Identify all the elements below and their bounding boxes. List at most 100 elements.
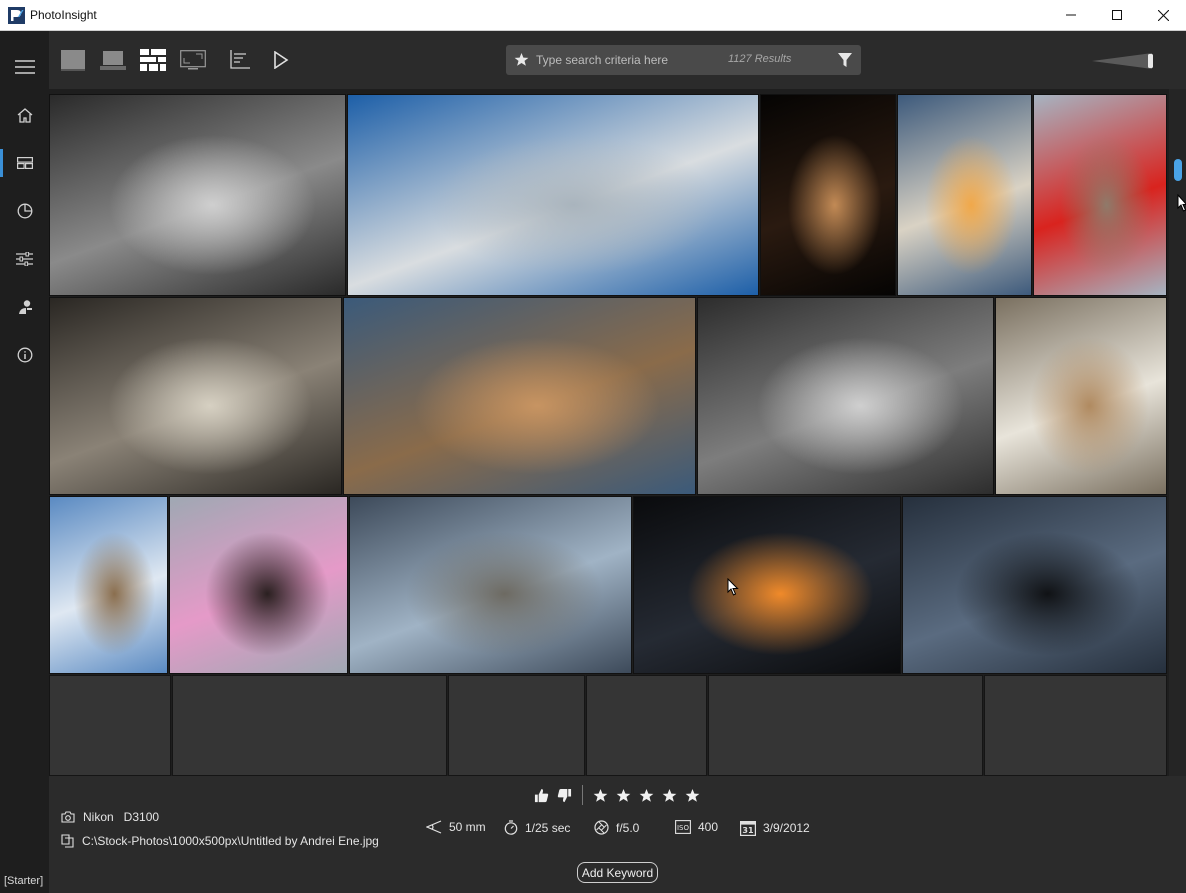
add-keyword-button[interactable]: Add Keyword (577, 862, 658, 883)
shutter-value: 1/25 sec (525, 820, 571, 835)
aperture: f/5.0 (594, 820, 639, 835)
scrollbar-thumb[interactable] (1174, 159, 1182, 181)
star-5-icon[interactable] (685, 788, 700, 803)
minimize-button[interactable] (1048, 0, 1094, 30)
search-input[interactable] (536, 51, 716, 69)
focal-length-icon (426, 820, 442, 834)
photo-tile[interactable] (902, 496, 1167, 674)
play-icon (274, 51, 289, 69)
zoom-slider[interactable] (1092, 51, 1162, 71)
filter-icon[interactable] (838, 53, 852, 67)
file-path: C:\Stock-Photos\1000x500px\Untitled by A… (82, 834, 379, 848)
star-4-icon[interactable] (662, 788, 677, 803)
focal-length: 50 mm (426, 820, 486, 834)
minimize-icon (1066, 14, 1076, 16)
photo-tile[interactable] (347, 94, 759, 296)
mouse-cursor-icon (727, 578, 739, 596)
nav-charts[interactable] (0, 193, 49, 229)
grid-view-button[interactable] (137, 45, 169, 75)
close-icon (1157, 9, 1169, 21)
photo-image (50, 95, 345, 295)
info-panel: Nikon D3100 C:\Stock-Photos\1000x500px\U… (49, 776, 1186, 893)
nav-home[interactable] (0, 97, 49, 133)
nav-adjust[interactable] (0, 241, 49, 277)
app-window: PhotoInsight [Starter] Type search crite… (0, 0, 1186, 893)
sort-button[interactable] (223, 45, 255, 75)
photo-tile[interactable] (169, 496, 348, 674)
photo-tile[interactable] (343, 297, 696, 495)
fullscreen-button[interactable] (177, 45, 209, 75)
aperture-icon (594, 820, 609, 835)
result-count: 1127 Results (728, 53, 792, 65)
stopwatch-icon (504, 820, 518, 835)
shutter-speed: 1/25 sec (504, 820, 570, 835)
nav-gallery[interactable] (0, 145, 49, 181)
file-copy-icon (61, 834, 74, 848)
filmstrip-view-button[interactable] (97, 45, 129, 75)
path-row: C:\Stock-Photos\1000x500px\Untitled by A… (61, 834, 379, 848)
photo-gallery (49, 89, 1169, 776)
iso: ISO 400 (675, 820, 718, 834)
gallery-scrollbar[interactable] (1170, 89, 1186, 776)
filmstrip-view-icon (100, 51, 126, 70)
capture-date: 31 3/9/2012 (740, 820, 810, 836)
star-icon (514, 52, 529, 66)
thumbs-up-icon[interactable] (534, 788, 549, 803)
focal-length-value: 50 mm (449, 820, 486, 834)
iso-icon: ISO (675, 820, 691, 834)
photo-tile[interactable] (49, 297, 342, 495)
photo-image (1034, 95, 1166, 295)
hamburger-icon (14, 60, 35, 74)
maximize-button[interactable] (1094, 0, 1140, 30)
photo-tile[interactable] (49, 94, 346, 296)
sort-icon (230, 50, 250, 69)
loading-tile (172, 675, 447, 776)
photo-image (50, 298, 341, 494)
fullscreen-icon (180, 50, 206, 70)
zoom-slider-thumb[interactable] (1148, 54, 1153, 68)
close-button[interactable] (1140, 0, 1186, 30)
loading-tile (49, 675, 171, 776)
gallery-icon (16, 157, 33, 169)
pie-chart-icon (17, 203, 32, 219)
slideshow-button[interactable] (265, 45, 297, 75)
photo-tile[interactable] (897, 94, 1032, 296)
person-icon (18, 300, 32, 314)
photo-image (344, 298, 695, 494)
star-1-icon[interactable] (593, 788, 608, 803)
rating-bar (534, 784, 700, 806)
app-logo-icon (8, 7, 25, 24)
single-view-icon (61, 50, 85, 71)
photo-tile[interactable] (349, 496, 632, 674)
photo-image (170, 497, 347, 673)
nav-menu[interactable] (0, 49, 49, 85)
search-box[interactable]: 1127 Results (506, 45, 861, 75)
photo-tile[interactable] (49, 496, 168, 674)
grid-view-icon (140, 49, 166, 71)
loading-tile (586, 675, 707, 776)
photo-image (348, 95, 758, 295)
thumbs-down-icon[interactable] (557, 788, 572, 803)
photo-tile[interactable] (995, 297, 1167, 495)
star-3-icon[interactable] (639, 788, 654, 803)
photo-tile[interactable] (1033, 94, 1167, 296)
star-2-icon[interactable] (616, 788, 631, 803)
photo-tile[interactable] (760, 94, 896, 296)
nav-people[interactable] (0, 289, 49, 325)
photo-image (698, 298, 993, 494)
single-view-button[interactable] (57, 45, 89, 75)
sliders-icon (16, 252, 33, 266)
photo-image (898, 95, 1031, 295)
app-title: PhotoInsight (30, 8, 97, 22)
svg-text:ISO: ISO (677, 824, 690, 832)
date-value: 3/9/2012 (763, 821, 810, 835)
photo-tile[interactable] (697, 297, 994, 495)
license-label: [Starter] (4, 875, 44, 887)
camera-model: Nikon D3100 (83, 810, 160, 824)
iso-value: 400 (698, 820, 719, 834)
nav-info[interactable] (0, 337, 49, 373)
photo-tile[interactable] (633, 496, 901, 674)
photo-image (903, 497, 1166, 673)
loading-tile (984, 675, 1167, 776)
photo-image (50, 497, 167, 673)
